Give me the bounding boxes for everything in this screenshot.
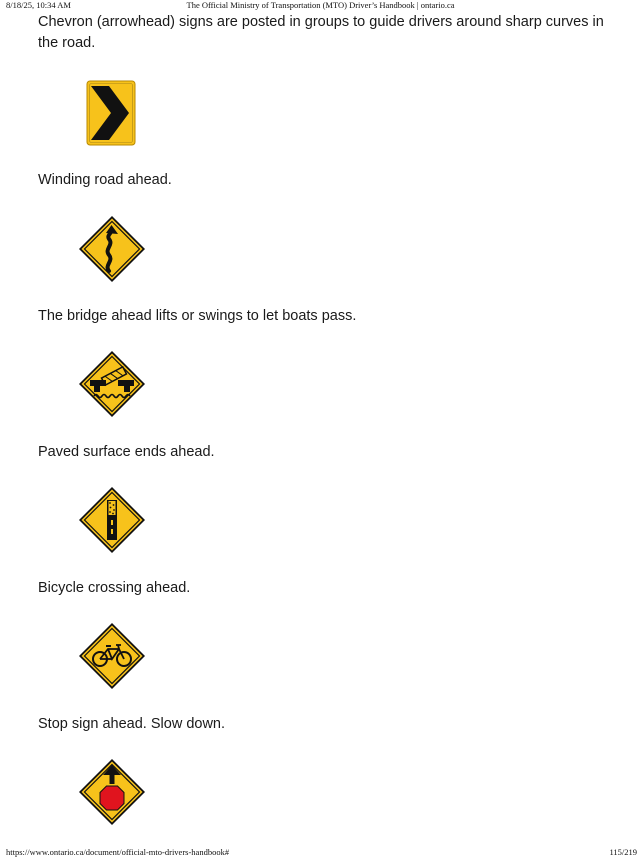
stop-ahead-sign-icon <box>79 759 145 825</box>
chevron-caption: Chevron (arrowhead) signs are posted in … <box>38 14 604 51</box>
drawbridge-sign-icon <box>79 351 145 417</box>
page-number: 115/219 <box>609 847 637 857</box>
pavement-ends-sign-icon <box>79 487 145 553</box>
drawbridge-caption: The bridge ahead lifts or swings to let … <box>38 308 357 324</box>
pavement-ends-caption: Paved surface ends ahead. <box>38 444 215 460</box>
chevron-sign-icon <box>86 80 136 146</box>
print-header: 8/18/25, 10:34 AM The Official Ministry … <box>0 0 641 12</box>
stop-ahead-caption: Stop sign ahead. Slow down. <box>38 716 226 732</box>
print-footer: https://www.ontario.ca/document/official… <box>0 846 641 860</box>
winding-road-sign-icon <box>79 216 145 282</box>
winding-road-caption: Winding road ahead. <box>38 172 172 188</box>
page-url: https://www.ontario.ca/document/official… <box>6 847 230 857</box>
bicycle-crossing-sign-icon <box>79 623 145 689</box>
print-page-title: The Official Ministry of Transportation … <box>186 0 455 10</box>
bicycle-crossing-caption: Bicycle crossing ahead. <box>38 580 191 596</box>
